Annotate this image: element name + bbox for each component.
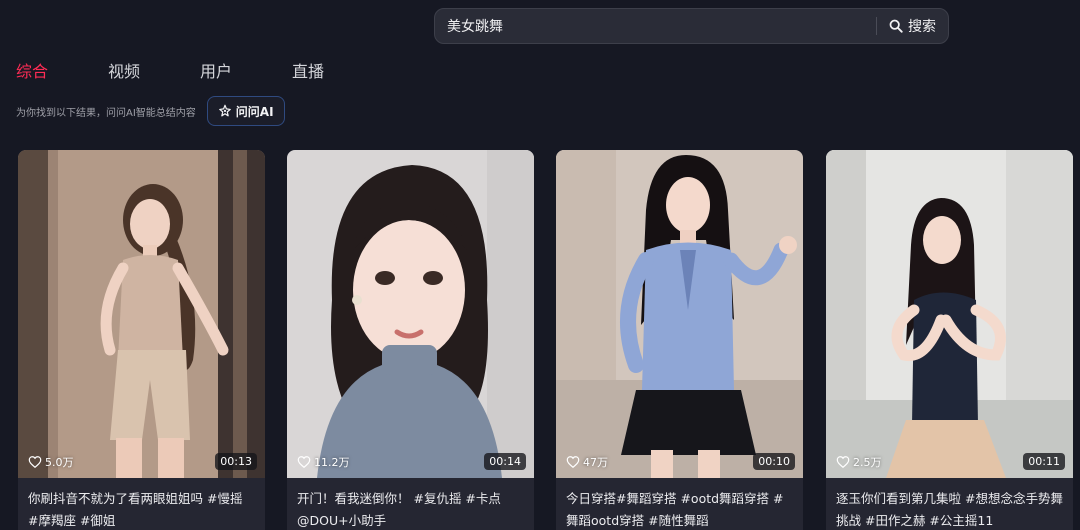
like-count: 2.5万 [836, 454, 882, 470]
video-thumbnail-image [18, 150, 265, 478]
search-button-label: 搜索 [908, 19, 936, 35]
video-thumbnail[interactable]: 5.0万 00:13 [18, 150, 265, 478]
tab-video[interactable]: 视频 [108, 58, 200, 82]
ask-ai-label: 问问AI [235, 104, 274, 119]
video-duration: 00:13 [215, 453, 257, 470]
video-duration: 00:11 [1023, 453, 1065, 470]
video-thumbnail-image [556, 150, 803, 478]
like-count-text: 5.0万 [45, 456, 74, 469]
like-count: 5.0万 [28, 454, 74, 470]
video-thumbnail-image [826, 150, 1073, 478]
video-caption[interactable]: 逐玉你们看到第几集啦 #想想念念手势舞挑战 #田作之赫 #公主摇11 [826, 478, 1073, 530]
video-card[interactable]: 5.0万 00:13 你刷抖音不就为了看两眼姐姐吗 #慢摇 #摩羯座 #御姐 [18, 150, 265, 530]
heart-icon [28, 456, 42, 469]
ai-hint-text: 为你找到以下结果，问问AI智能总结内容 [16, 107, 196, 119]
ai-summary-row: 为你找到以下结果，问问AI智能总结内容 问问AI [16, 96, 285, 126]
like-count-text: 47万 [583, 456, 608, 469]
video-card[interactable]: 2.5万 00:11 逐玉你们看到第几集啦 #想想念念手势舞挑战 #田作之赫 #… [826, 150, 1073, 530]
like-count: 47万 [566, 454, 608, 470]
video-caption[interactable]: 今日穿搭#舞蹈穿搭 #ootd舞蹈穿搭 #舞蹈ootd穿搭 #随性舞蹈 [556, 478, 803, 530]
tab-comprehensive[interactable]: 综合 [16, 58, 108, 82]
like-count: 11.2万 [297, 454, 350, 470]
video-caption[interactable]: 开门！看我迷倒你！ #复仇摇 #卡点 @DOU+小助手 [287, 478, 534, 530]
video-thumbnail[interactable]: 11.2万 00:14 [287, 150, 534, 478]
ai-sparkle-icon [218, 104, 231, 117]
video-thumbnail[interactable]: 2.5万 00:11 [826, 150, 1073, 478]
result-tabs: 综合 视频 用户 直播 [16, 58, 384, 82]
video-duration: 00:10 [753, 453, 795, 470]
video-caption[interactable]: 你刷抖音不就为了看两眼姐姐吗 #慢摇 #摩羯座 #御姐 [18, 478, 265, 530]
ask-ai-button[interactable]: 问问AI [206, 96, 285, 126]
search-icon [889, 19, 903, 33]
heart-icon [566, 456, 580, 469]
video-card[interactable]: 47万 00:10 今日穿搭#舞蹈穿搭 #ootd舞蹈穿搭 #舞蹈ootd穿搭 … [556, 150, 803, 530]
like-count-text: 2.5万 [853, 456, 882, 469]
like-count-text: 11.2万 [314, 456, 350, 469]
video-card[interactable]: 11.2万 00:14 开门！看我迷倒你！ #复仇摇 #卡点 @DOU+小助手 [287, 150, 534, 530]
tab-live[interactable]: 直播 [292, 58, 384, 82]
search-bar: 搜索 [434, 8, 949, 44]
heart-icon [297, 456, 311, 469]
tab-user[interactable]: 用户 [200, 58, 292, 82]
search-button[interactable]: 搜索 [877, 9, 948, 43]
video-thumbnail[interactable]: 47万 00:10 [556, 150, 803, 478]
heart-icon [836, 456, 850, 469]
video-duration: 00:14 [484, 453, 526, 470]
video-thumbnail-image [287, 150, 534, 478]
search-input[interactable] [435, 9, 876, 43]
